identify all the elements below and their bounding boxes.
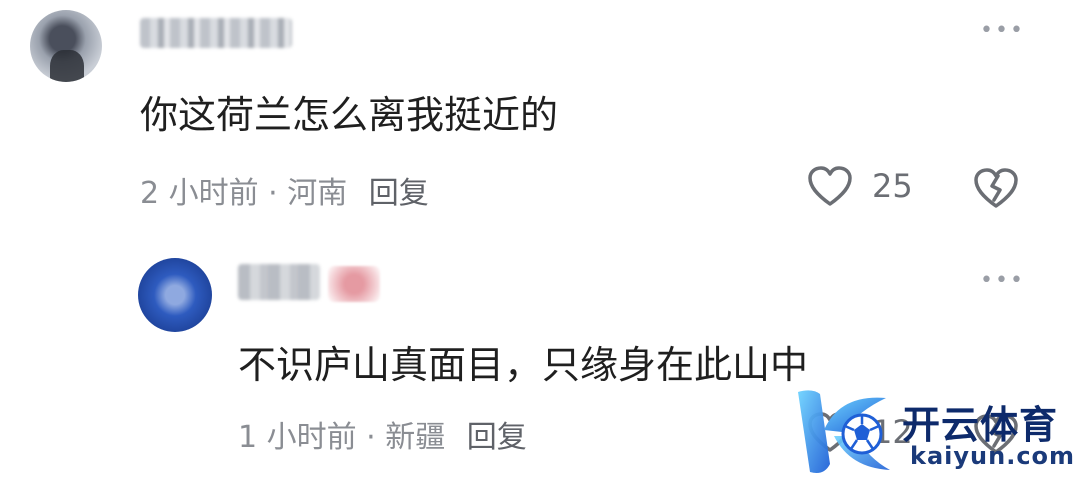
broken-heart-icon xyxy=(974,168,1018,208)
username-blurred[interactable] xyxy=(238,264,320,300)
reply-button[interactable]: 回复 xyxy=(467,420,527,455)
watermark-brand-en: kaiyun.com xyxy=(910,442,1076,470)
heart-icon xyxy=(808,166,852,206)
comment-item: ••• 你这荷兰怎么离我挺近的 2 小时前 · 河南 回复 25 xyxy=(0,0,1080,240)
user-badge-blurred xyxy=(328,266,380,302)
watermark: 开云体育 kaiyun.com xyxy=(790,382,1080,482)
comment-text: 你这荷兰怎么离我挺近的 xyxy=(140,93,559,137)
comment-meta: 1 小时前 · 新疆 回复 xyxy=(238,412,527,456)
avatar[interactable] xyxy=(138,258,212,332)
comment-meta: 2 小时前 · 河南 回复 xyxy=(140,168,429,212)
comment-time-location: 2 小时前 · 河南 xyxy=(140,176,348,211)
like-button[interactable]: 25 xyxy=(806,164,913,208)
avatar[interactable] xyxy=(30,10,102,82)
soccer-ball-logo-icon xyxy=(798,390,890,473)
like-count: 25 xyxy=(872,167,913,205)
comment-text: 不识庐山真面目，只缘身在此山中 xyxy=(238,343,809,387)
comment-time-location: 1 小时前 · 新疆 xyxy=(238,420,446,455)
more-dots-icon[interactable]: ••• xyxy=(980,18,1025,43)
dislike-button[interactable] xyxy=(972,166,1020,214)
username-blurred[interactable] xyxy=(140,18,292,48)
reply-button[interactable]: 回复 xyxy=(369,176,429,211)
watermark-brand-cn: 开云体育 xyxy=(902,403,1059,447)
more-dots-icon[interactable]: ••• xyxy=(980,268,1025,293)
